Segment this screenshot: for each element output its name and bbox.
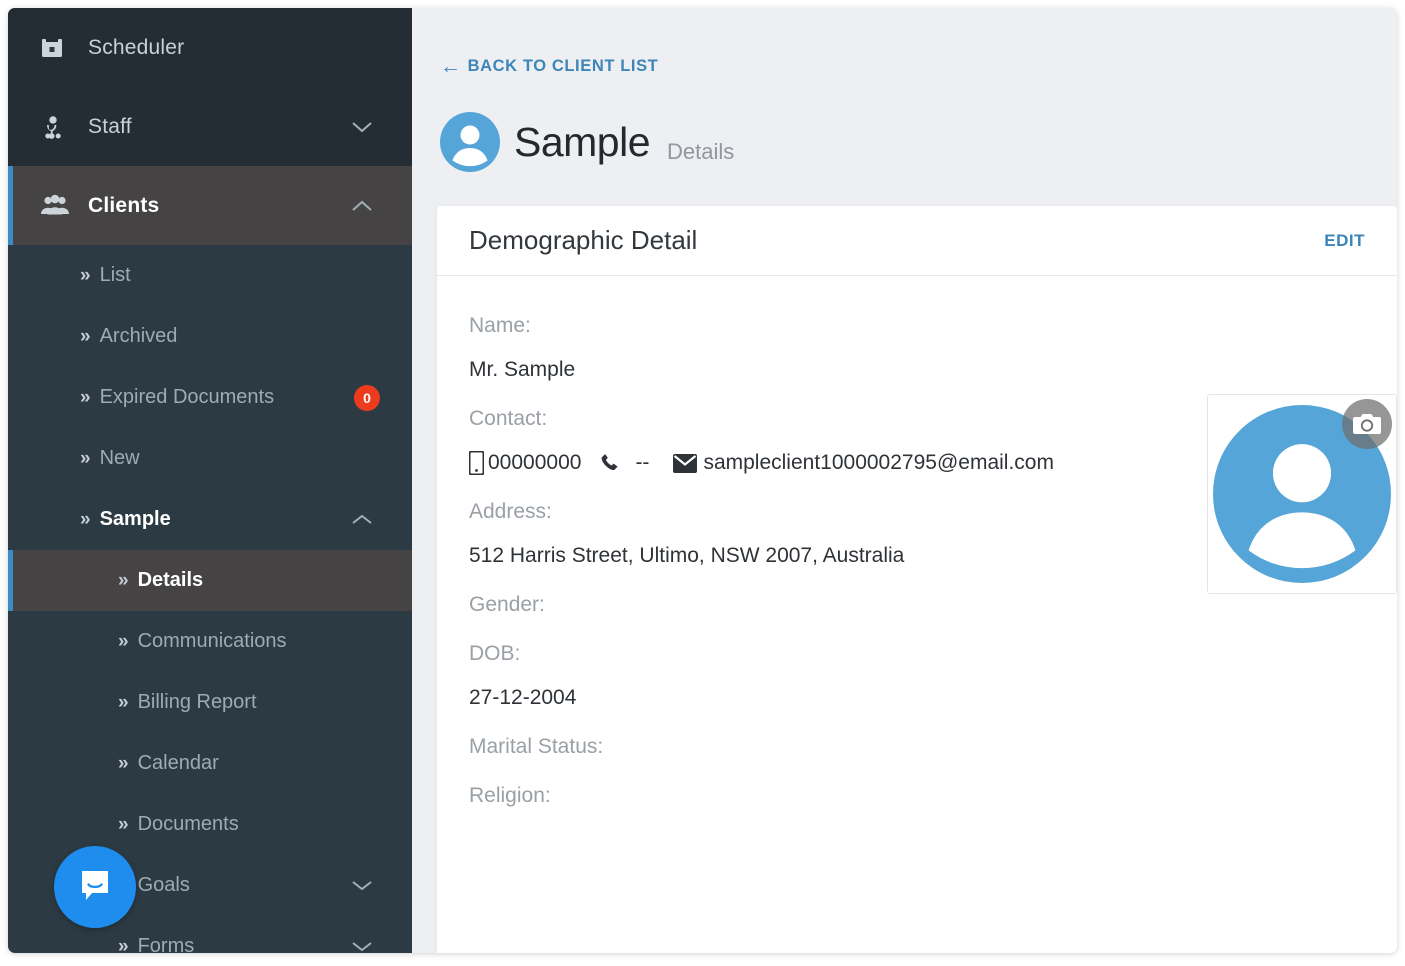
page-header: Sample Details: [440, 112, 734, 172]
chat-launcher-button[interactable]: [54, 846, 136, 928]
sidebar-subitem-label: Calendar: [137, 752, 219, 774]
camera-icon[interactable]: [1342, 399, 1392, 449]
chevron-double-right-icon: »: [80, 447, 91, 469]
sidebar-item-scheduler[interactable]: Scheduler: [8, 8, 412, 87]
chevron-double-right-icon: »: [80, 325, 91, 347]
sidebar-subitem-label: Expired Documents: [99, 386, 275, 408]
staff-icon: [40, 114, 74, 140]
chevron-down-icon[interactable]: [342, 940, 382, 953]
mobile-phone-icon: [469, 451, 484, 475]
user-avatar-icon: [440, 112, 500, 172]
sidebar-subitem-billing-report[interactable]: » Billing Report: [8, 672, 412, 733]
field-name: Name: Mr. Sample: [469, 304, 1365, 392]
field-label: Name:: [469, 314, 531, 337]
chevron-double-right-icon: »: [118, 569, 129, 591]
sidebar-item-label: Staff: [88, 114, 132, 138]
chevron-down-icon[interactable]: [342, 120, 382, 134]
sidebar-item-label: Clients: [88, 193, 160, 217]
phone-icon: [599, 452, 621, 474]
chat-bubble-icon: [75, 865, 115, 910]
sidebar-subitem-label: Archived: [99, 325, 178, 347]
page-subtitle: Details: [667, 139, 735, 164]
demographic-detail-card: Demographic Detail EDIT Name: Mr. Sample…: [437, 206, 1397, 953]
app-window: Scheduler Staff Clients » List » Archive…: [8, 8, 1397, 953]
envelope-icon: [673, 453, 698, 473]
main-content: ← BACK TO CLIENT LIST Sample Details Dem…: [412, 8, 1397, 953]
sidebar-subitem-list[interactable]: » List: [8, 245, 412, 306]
card-body: Name: Mr. Sample Contact: 00000000 -- sa…: [437, 276, 1397, 818]
field-marital-status: Marital Status:: [469, 725, 1365, 769]
field-religion: Religion:: [469, 774, 1365, 818]
expired-documents-badge: 0: [354, 384, 380, 411]
sidebar-subitem-label: List: [99, 264, 131, 286]
calendar-icon: [40, 36, 74, 60]
chevron-double-right-icon: »: [118, 691, 129, 713]
sidebar-subitem-label: Communications: [137, 630, 287, 652]
field-value: 27-12-2004: [469, 686, 577, 709]
contact-email: sampleclient1000002795@email.com: [703, 451, 1054, 474]
sidebar-subitem-forms[interactable]: » Forms: [8, 916, 412, 953]
page-title: Sample: [514, 118, 651, 165]
chevron-double-right-icon: »: [118, 935, 129, 954]
chevron-up-icon[interactable]: [342, 513, 382, 526]
sidebar-subitem-label: Sample: [99, 508, 171, 530]
sidebar-top-section: Scheduler Staff: [8, 8, 412, 166]
chevron-double-right-icon: »: [80, 508, 91, 530]
field-value: Mr. Sample: [469, 358, 576, 381]
contact-mobile: 00000000: [488, 451, 582, 474]
sidebar-item-clients[interactable]: Clients: [8, 166, 412, 245]
client-photo-box[interactable]: [1207, 394, 1397, 594]
edit-button[interactable]: EDIT: [1324, 231, 1365, 251]
sidebar-subitem-label: New: [99, 447, 140, 469]
sidebar-subitem-details[interactable]: » Details: [8, 550, 412, 611]
chevron-double-right-icon: »: [80, 264, 91, 286]
sidebar: Scheduler Staff Clients » List » Archive…: [8, 8, 412, 953]
sidebar-subitem-label: Billing Report: [137, 691, 257, 713]
chevron-double-right-icon: »: [118, 630, 129, 652]
card-title: Demographic Detail: [469, 225, 698, 255]
chevron-double-right-icon: »: [118, 813, 129, 835]
field-label: DOB:: [469, 642, 521, 665]
sidebar-item-staff[interactable]: Staff: [8, 87, 412, 166]
contact-phone: --: [635, 451, 650, 474]
chevron-down-icon[interactable]: [342, 879, 382, 892]
sidebar-subitem-expired-documents[interactable]: » Expired Documents 0: [8, 367, 412, 428]
chevron-double-right-icon: »: [80, 386, 91, 408]
sidebar-subitem-sample[interactable]: » Sample: [8, 489, 412, 550]
sidebar-subitem-documents[interactable]: » Documents: [8, 794, 412, 855]
sidebar-subitem-new[interactable]: » New: [8, 428, 412, 489]
sidebar-subitem-label: Documents: [137, 813, 239, 835]
sidebar-subitem-communications[interactable]: » Communications: [8, 611, 412, 672]
sidebar-item-label: Scheduler: [88, 35, 185, 59]
sidebar-subitem-label: Forms: [137, 935, 195, 953]
back-to-client-list-link[interactable]: ← BACK TO CLIENT LIST: [440, 56, 658, 77]
back-link-label: BACK TO CLIENT LIST: [467, 57, 659, 75]
field-label: Religion:: [469, 784, 551, 807]
sidebar-subitem-label: Goals: [137, 874, 190, 896]
chevron-double-right-icon: »: [118, 752, 129, 774]
field-label: Marital Status:: [469, 735, 604, 758]
clients-icon: [40, 194, 74, 218]
sidebar-subitem-label: Details: [137, 569, 204, 591]
sidebar-subitem-archived[interactable]: » Archived: [8, 306, 412, 367]
sidebar-subitem-calendar[interactable]: » Calendar: [8, 733, 412, 794]
card-header: Demographic Detail EDIT: [437, 206, 1397, 276]
field-dob: DOB: 27-12-2004: [469, 632, 1365, 720]
chevron-up-icon[interactable]: [342, 199, 382, 213]
arrow-left-icon: ←: [440, 55, 462, 78]
